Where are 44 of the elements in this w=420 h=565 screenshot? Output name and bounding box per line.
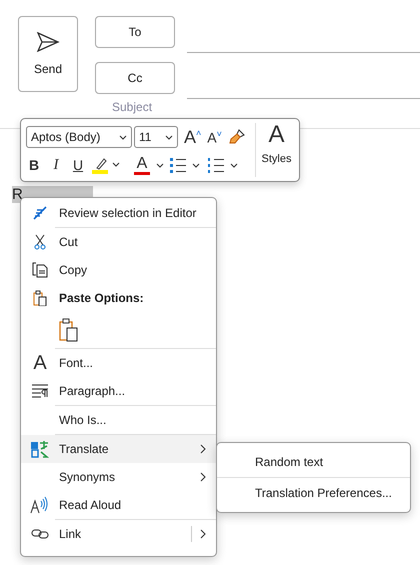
menu-item[interactable]: Random text [217, 448, 410, 476]
underline-button[interactable]: U [70, 158, 86, 172]
translate-icon [31, 440, 49, 458]
chevron-right-icon [200, 472, 206, 482]
menu-item[interactable]: Cut [21, 228, 216, 256]
menu-item[interactable]: Translation Preferences... [217, 479, 410, 507]
speaker-icon [30, 496, 50, 514]
chevron-icon [119, 134, 127, 140]
font-color-button[interactable]: A [134, 156, 150, 174]
font-dropdown[interactable]: Aptos (Body) [26, 126, 132, 148]
paste-option-icon[interactable] [59, 318, 79, 342]
send-button[interactable]: Send [18, 16, 78, 92]
recipient-button[interactable]: To [95, 16, 175, 48]
scissors-icon [34, 234, 46, 250]
grow-font-button[interactable]: A$^{˄}$ [184, 128, 202, 146]
chevron-right-icon [200, 529, 206, 539]
styles-button[interactable]: A Styles [255, 123, 293, 177]
menu-item[interactable]: Link [21, 520, 216, 548]
bullets-icon[interactable] [170, 157, 202, 173]
menu-item[interactable]: Read Aloud [21, 491, 216, 519]
bold-button[interactable]: B [26, 158, 42, 172]
chevron-icon [165, 134, 173, 140]
send-icon [36, 32, 60, 52]
highlighter-icon[interactable] [92, 156, 122, 174]
italic-button[interactable]: I [48, 158, 64, 172]
numbering-icon[interactable] [208, 157, 240, 173]
paragraph-icon [31, 384, 49, 398]
recipient-button[interactable]: Cc [95, 62, 175, 94]
menu-item[interactable]: Paragraph... [21, 377, 216, 405]
chevron-right-icon [200, 444, 206, 454]
chevron-icon[interactable] [156, 162, 164, 168]
menu-item[interactable]: Synonyms [21, 463, 216, 491]
brush-icon[interactable] [228, 128, 246, 146]
letter-icon: A [33, 352, 47, 374]
copy-icon [32, 262, 48, 278]
menu-item[interactable]: Who Is... [21, 406, 216, 434]
link-icon [31, 528, 49, 540]
clipboard-icon [33, 290, 47, 306]
menu-item[interactable]: A Font... [21, 349, 216, 377]
menu-item[interactable]: Translate [21, 435, 216, 463]
shrink-font-button[interactable]: A$^{˅}$ [207, 130, 222, 144]
size-dropdown[interactable]: 11 [134, 126, 178, 148]
menu-header: Paste Options: [21, 284, 216, 312]
menu-item[interactable]: Copy [21, 256, 216, 284]
